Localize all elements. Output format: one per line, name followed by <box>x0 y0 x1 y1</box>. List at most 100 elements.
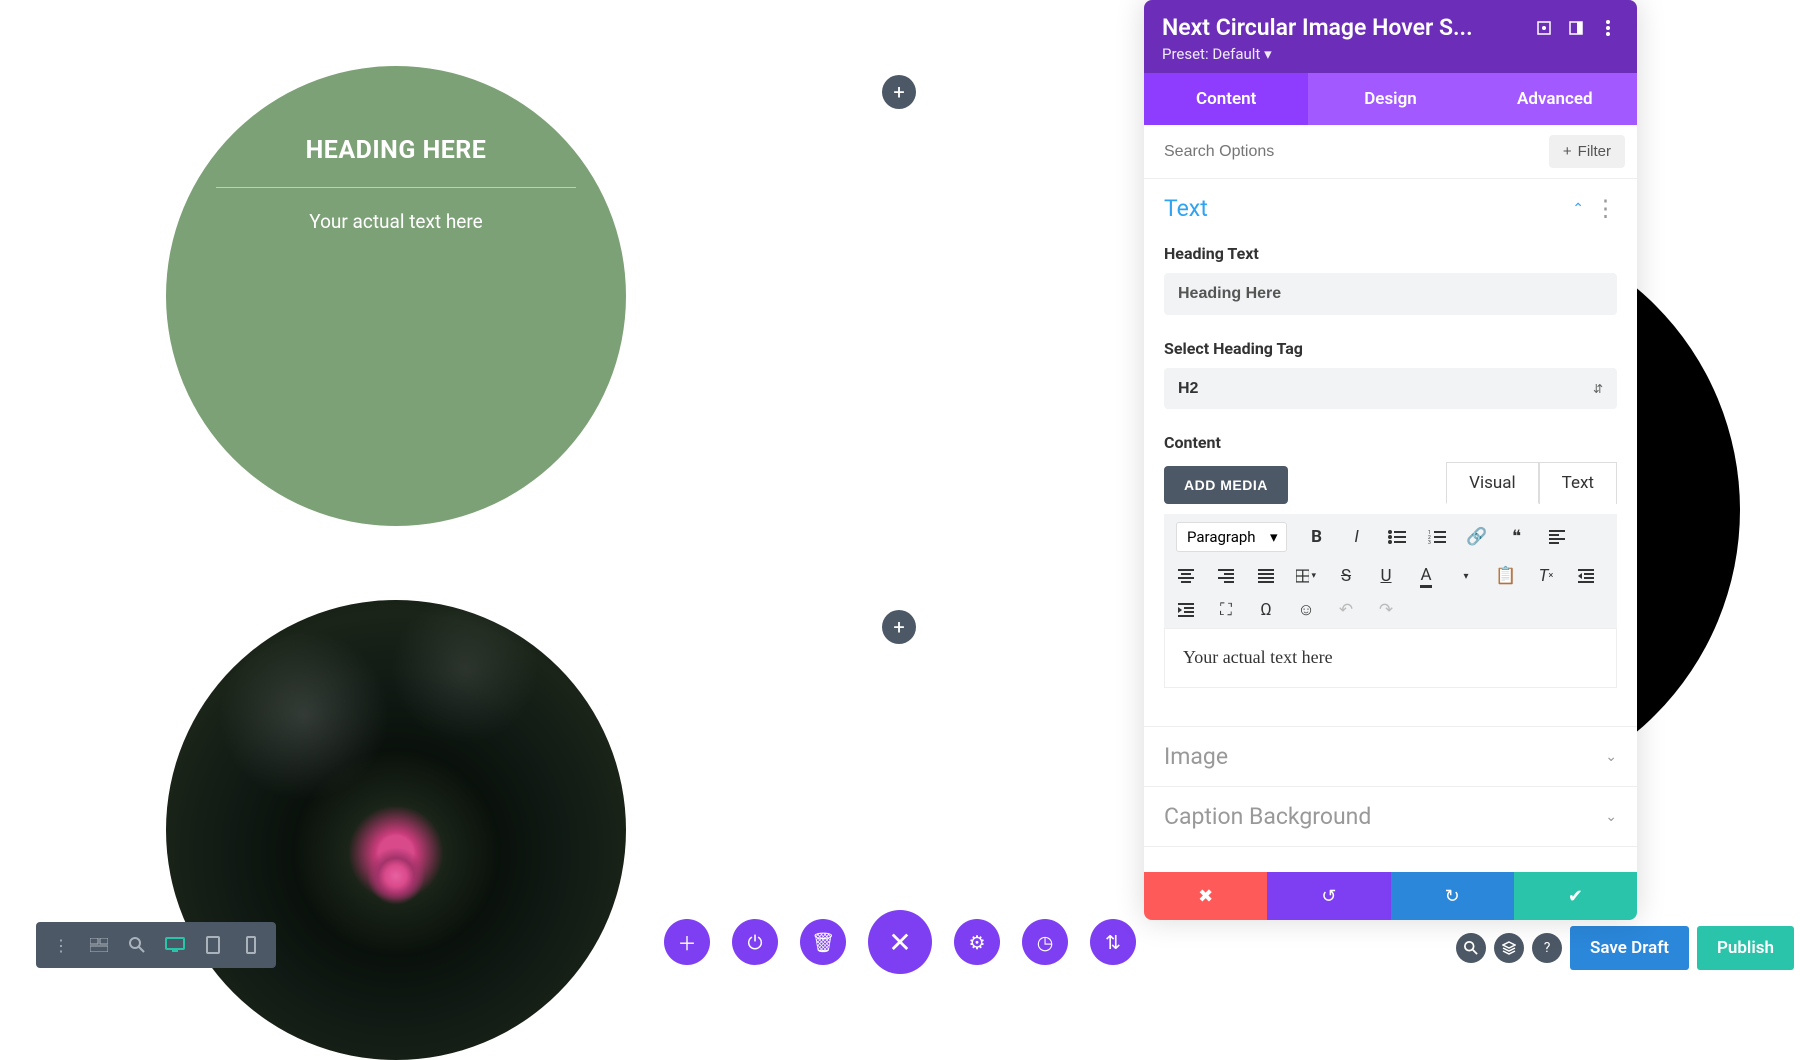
emoji-icon[interactable]: ☺ <box>1296 600 1316 620</box>
fullscreen-icon[interactable]: ⛶ <box>1216 600 1236 620</box>
align-center-icon[interactable] <box>1176 566 1196 586</box>
chevron-down-icon: ⌄ <box>1605 809 1617 825</box>
close-icon: ✖ <box>1198 886 1213 907</box>
paste-icon[interactable]: 📋 <box>1496 566 1516 586</box>
circular-module-1[interactable]: HEADING HERE Your actual text here <box>166 66 626 526</box>
help-icon[interactable]: ? <box>1532 933 1562 963</box>
wireframe-icon[interactable] <box>82 928 116 962</box>
clear-format-icon[interactable]: T× <box>1536 566 1556 586</box>
add-button[interactable]: ＋ <box>664 919 710 965</box>
undo-changes-button[interactable]: ↺ <box>1267 872 1390 920</box>
search-row: + Filter <box>1144 125 1637 179</box>
desktop-view-icon[interactable] <box>158 928 192 962</box>
preset-label[interactable]: Preset: Default ▾ <box>1162 45 1619 63</box>
align-justify-icon[interactable] <box>1256 566 1276 586</box>
bold-icon[interactable]: B <box>1307 527 1327 547</box>
search-icon[interactable] <box>1456 933 1486 963</box>
more-icon[interactable]: ⋮ <box>1594 195 1617 222</box>
builder-action-bar: ＋ ⏻ 🗑 ✕ ⚙ ◷ ⇅ <box>664 910 1136 974</box>
gear-icon: ⚙ <box>968 931 985 954</box>
chevron-down-icon: ▾ <box>1270 528 1278 546</box>
outdent-icon[interactable] <box>1576 566 1596 586</box>
chevron-up-icon: ⌃ <box>1572 201 1584 217</box>
chevron-down-icon: ▾ <box>1311 571 1316 581</box>
section-caption-bg-header[interactable]: Caption Background ⌄ <box>1144 787 1637 846</box>
snap-icon[interactable] <box>1565 17 1587 39</box>
strikethrough-icon[interactable]: S <box>1336 566 1356 586</box>
chevron-down-icon[interactable]: ▾ <box>1456 566 1476 586</box>
link-icon[interactable]: 🔗 <box>1467 527 1487 547</box>
tab-content[interactable]: Content <box>1144 73 1308 125</box>
tab-advanced[interactable]: Advanced <box>1473 73 1637 125</box>
panel-title: Next Circular Image Hover S... <box>1162 14 1523 41</box>
settings-tabs: Content Design Advanced <box>1144 73 1637 125</box>
expand-icon[interactable] <box>1533 17 1555 39</box>
more-icon[interactable] <box>1597 17 1619 39</box>
plus-icon: ＋ <box>677 929 696 956</box>
section-caption-background: Caption Background ⌄ <box>1144 787 1637 847</box>
save-draft-button[interactable]: Save Draft <box>1570 926 1689 970</box>
editor-tab-visual[interactable]: Visual <box>1446 462 1538 504</box>
delete-button[interactable]: 🗑 <box>800 919 846 965</box>
clock-icon: ◷ <box>1037 931 1054 954</box>
indent-icon[interactable] <box>1176 600 1196 620</box>
undo-icon[interactable]: ↶ <box>1336 600 1356 620</box>
text-color-icon[interactable]: A <box>1416 566 1436 586</box>
module-settings-panel: Next Circular Image Hover S... Preset: D… <box>1144 0 1637 920</box>
add-module-button[interactable]: + <box>882 610 916 644</box>
content-label: Content <box>1164 433 1617 452</box>
bullet-list-icon[interactable] <box>1387 527 1407 547</box>
editor-tab-text[interactable]: Text <box>1539 462 1617 504</box>
save-button[interactable]: ✔ <box>1514 872 1637 920</box>
close-icon: ✕ <box>888 926 911 959</box>
phone-view-icon[interactable] <box>234 928 268 962</box>
redo-icon[interactable]: ↷ <box>1376 600 1396 620</box>
redo-changes-button[interactable]: ↻ <box>1391 872 1514 920</box>
add-module-button[interactable]: + <box>882 75 916 109</box>
power-button[interactable]: ⏻ <box>732 919 778 965</box>
search-input[interactable] <box>1156 137 1549 167</box>
editor-toolbar: Paragraph ▾ B I 123 🔗 ❝ <box>1164 514 1617 628</box>
tab-design[interactable]: Design <box>1308 73 1472 125</box>
section-image-header[interactable]: Image ⌄ <box>1144 727 1637 786</box>
format-select[interactable]: Paragraph ▾ <box>1176 522 1287 552</box>
plus-icon: + <box>893 615 904 639</box>
section-text-header[interactable]: Text ⌃ ⋮ <box>1144 179 1637 238</box>
swap-icon: ⇅ <box>1105 931 1121 954</box>
settings-button[interactable]: ⚙ <box>954 919 1000 965</box>
table-icon[interactable]: ▾ <box>1296 566 1316 586</box>
add-media-button[interactable]: ADD MEDIA <box>1164 466 1288 504</box>
heading-text-input[interactable] <box>1164 273 1617 315</box>
numbered-list-icon[interactable]: 123 <box>1427 527 1447 547</box>
discard-button[interactable]: ✖ <box>1144 872 1267 920</box>
layers-icon[interactable] <box>1494 933 1524 963</box>
align-left-icon[interactable] <box>1547 527 1567 547</box>
publish-button[interactable]: Publish <box>1697 926 1794 970</box>
circular-module-2[interactable] <box>166 600 626 1060</box>
publish-bar: ? Save Draft Publish <box>1456 926 1794 970</box>
quote-icon[interactable]: ❝ <box>1507 527 1527 547</box>
panel-footer: ✖ ↺ ↻ ✔ <box>1144 872 1637 920</box>
panel-header[interactable]: Next Circular Image Hover S... Preset: D… <box>1144 0 1637 73</box>
swap-button[interactable]: ⇅ <box>1090 919 1136 965</box>
heading-tag-label: Select Heading Tag <box>1164 339 1617 358</box>
tablet-view-icon[interactable] <box>196 928 230 962</box>
module-divider <box>216 187 576 188</box>
filter-button[interactable]: + Filter <box>1549 135 1625 168</box>
power-icon: ⏻ <box>747 931 762 954</box>
history-button[interactable]: ◷ <box>1022 919 1068 965</box>
close-builder-button[interactable]: ✕ <box>868 910 932 974</box>
module-heading: HEADING HERE <box>166 136 626 165</box>
chevron-down-icon: ▾ <box>1264 45 1272 63</box>
heading-text-label: Heading Text <box>1164 244 1617 263</box>
underline-icon[interactable]: U <box>1376 566 1396 586</box>
module-text: Your actual text here <box>166 210 626 233</box>
omega-icon[interactable]: Ω <box>1256 600 1276 620</box>
heading-tag-select[interactable]: H2 <box>1164 368 1617 409</box>
italic-icon[interactable]: I <box>1347 527 1367 547</box>
zoom-icon[interactable] <box>120 928 154 962</box>
more-icon[interactable]: ⋮ <box>44 928 78 962</box>
viewport-toolbar: ⋮ <box>36 922 276 968</box>
editor-content[interactable]: Your actual text here <box>1164 628 1617 688</box>
align-right-icon[interactable] <box>1216 566 1236 586</box>
